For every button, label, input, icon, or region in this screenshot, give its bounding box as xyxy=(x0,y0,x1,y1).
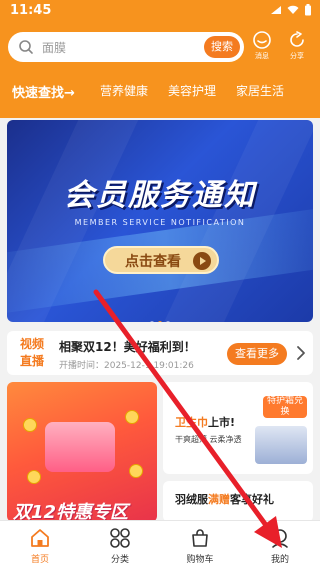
promo-double12-card[interactable]: 双12特惠专区 xyxy=(7,382,157,522)
coin-icon xyxy=(125,410,139,424)
promo-sanitary-title-accent: 卫生巾 xyxy=(175,416,208,429)
search-input[interactable]: 面膜 xyxy=(42,39,66,56)
search-button[interactable]: 搜索 xyxy=(204,36,240,58)
banner-dot xyxy=(166,321,170,322)
wifi-icon xyxy=(287,5,299,14)
promo-downjacket-title-c: 客享好礼 xyxy=(230,493,274,506)
grid-icon xyxy=(110,528,130,548)
banner-cta-button[interactable]: 点击查看 xyxy=(103,246,219,274)
share-label: 分享 xyxy=(290,52,304,60)
banner-subtitle: MEMBER SERVICE NOTIFICATION xyxy=(74,218,246,227)
live-badge-line2: 直播 xyxy=(19,354,44,368)
status-bar: 11:45 xyxy=(0,0,320,24)
share-icon xyxy=(290,31,304,47)
nav-home[interactable]: 首页 xyxy=(10,527,70,569)
nav-cart[interactable]: 购物车 xyxy=(170,527,230,569)
live-start-time: 开播时间：2025-12-1 19:01:26 xyxy=(59,361,194,371)
user-icon xyxy=(272,529,288,548)
banner-cta-label: 点击查看 xyxy=(125,254,181,270)
nav-home-label: 首页 xyxy=(30,555,49,565)
home-icon xyxy=(31,529,49,547)
cart-icon xyxy=(192,529,208,547)
tab-quick-find[interactable]: 快速查找→ xyxy=(12,82,75,101)
status-icons xyxy=(270,4,312,16)
status-time: 11:45 xyxy=(10,3,52,18)
play-arrow-icon xyxy=(193,252,211,270)
banner-title: 会员服务通知 xyxy=(64,178,256,213)
promo-sanitary-subtitle: 干爽超薄 云柔净透 xyxy=(175,435,242,444)
member-banner[interactable]: 会员服务通知 MEMBER SERVICE NOTIFICATION 点击查看 xyxy=(7,120,313,322)
share-button[interactable]: 分享 xyxy=(283,30,311,66)
coin-icon xyxy=(129,464,143,478)
nav-mine[interactable]: 我的 xyxy=(250,527,310,569)
live-stream-row[interactable]: 视频 直播 相聚双12！美好福利到！ 开播时间：2025-12-1 19:01:… xyxy=(7,331,313,375)
promo-downjacket-card[interactable]: 羽绒服满赠客享好礼 xyxy=(163,481,313,522)
live-badge-line1: 视频 xyxy=(19,337,44,351)
battery-icon xyxy=(305,4,311,16)
tab-nutrition[interactable]: 营养健康 xyxy=(100,82,148,99)
bottom-nav: 首页 分类 购物车 我的 xyxy=(0,520,320,570)
banner-pagination xyxy=(7,310,313,322)
view-more-button[interactable]: 查看更多 xyxy=(227,343,287,365)
nav-mine-label: 我的 xyxy=(270,555,289,565)
nav-cart-label: 购物车 xyxy=(186,555,214,565)
signal-icon xyxy=(271,6,281,14)
coin-icon xyxy=(23,418,37,432)
promo-downjacket-title: 羽绒服满赠客享好礼 xyxy=(175,491,274,507)
search-icon xyxy=(19,40,33,54)
coin-icon xyxy=(27,470,41,484)
banner-dot-active xyxy=(158,321,162,322)
banner-dot xyxy=(150,321,154,322)
search-bar[interactable]: 面膜 搜索 xyxy=(8,32,244,62)
promo-downjacket-title-a: 羽绒服 xyxy=(175,493,208,506)
tab-beauty[interactable]: 美容护理 xyxy=(168,82,216,99)
app-header: 11:45 面膜 搜索 消息 分享 快速查找→ 营养健康 美容护理 家居生活 xyxy=(0,0,320,118)
promo-sanitary-title-rest: 上市! xyxy=(208,416,236,429)
tab-home-living[interactable]: 家居生活 xyxy=(236,82,284,99)
live-badge: 视频 直播 xyxy=(15,336,49,370)
promo-downjacket-title-accent: 满赠 xyxy=(208,493,230,506)
live-title: 相聚双12！美好福利到！ xyxy=(59,340,196,354)
message-button[interactable]: 消息 xyxy=(248,30,276,66)
promo-left-title: 双12特惠专区 xyxy=(13,502,129,522)
message-icon xyxy=(253,31,271,49)
chevron-right-icon[interactable] xyxy=(295,345,307,361)
promo-exchange-tag: 特护霜兑换 xyxy=(263,396,307,418)
promo-sanitary-title: 卫生巾上市! xyxy=(175,414,235,430)
nav-category[interactable]: 分类 xyxy=(90,527,150,569)
message-label: 消息 xyxy=(255,52,269,60)
category-tabs: 快速查找→ 营养健康 美容护理 家居生活 xyxy=(0,82,320,108)
product-image xyxy=(255,426,307,464)
gift-box-icon xyxy=(45,422,115,472)
nav-category-label: 分类 xyxy=(110,555,129,565)
promo-sanitary-card[interactable]: 特护霜兑换 卫生巾上市! 干爽超薄 云柔净透 xyxy=(163,382,313,474)
